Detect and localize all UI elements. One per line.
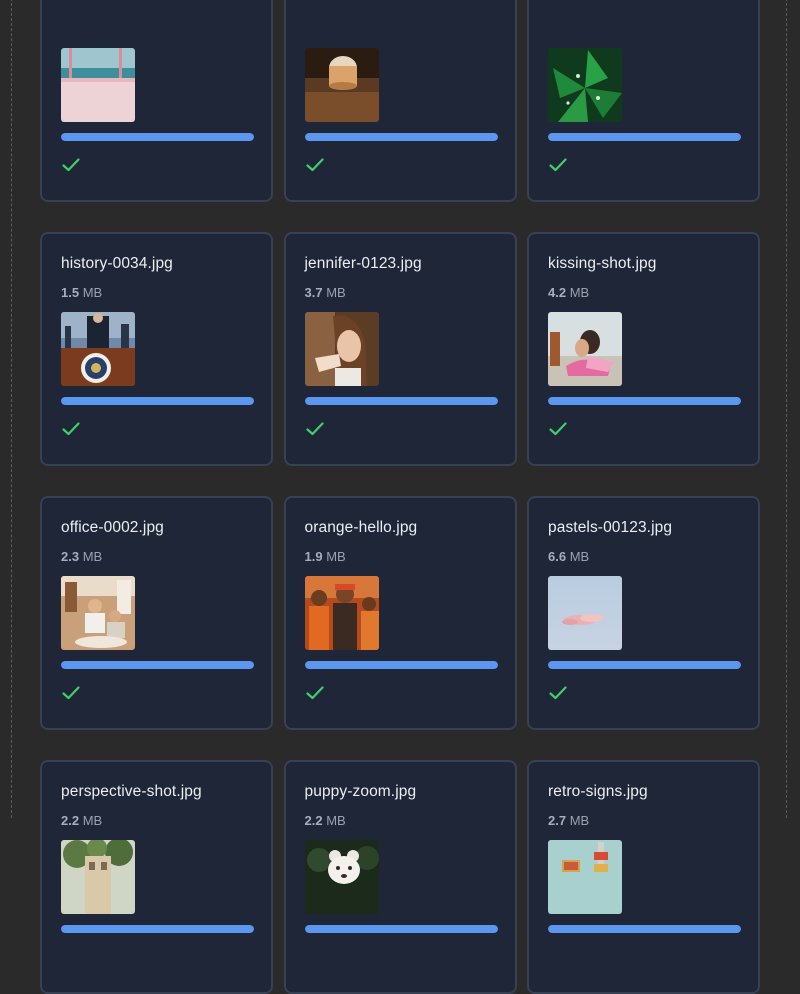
checkmark-icon [549,422,567,436]
file-size-unit: MB [326,813,346,828]
file-card[interactable]: office-0002.jpg 2.3 MB [40,496,273,730]
file-size-unit: MB [82,285,103,300]
file-card[interactable]: jennifer-0123.jpg 3.7 MB [283,232,517,466]
file-thumbnail [61,312,135,386]
checkmark-icon [549,158,567,172]
upload-progress-fill [304,661,498,669]
upload-progress-fill [61,133,254,141]
file-card[interactable]: pastels-00123.jpg 6.6 MB [527,496,760,730]
file-name: jennifer-0123.jpg [304,255,422,272]
upload-progress-bar [304,397,498,405]
file-size-unit: MB [569,813,590,828]
file-name: pastels-00123.jpg [548,519,673,536]
file-size: 2.2 MB [305,813,346,828]
file-name: kissing-shot.jpg [548,255,657,272]
file-thumbnail [548,840,622,914]
file-size: 1.9 MB [305,549,346,564]
file-size-value: 2.3 [61,549,80,564]
checkmark-icon [305,158,324,172]
checkmark-icon [305,686,324,700]
file-size-unit: MB [569,549,590,564]
file-thumbnail [304,312,379,386]
upload-progress-fill [304,133,498,141]
file-size: 6.6 MB [548,549,589,564]
checkmark-icon [305,422,324,436]
file-size-value: 1.9 [304,549,323,564]
file-card[interactable] [283,0,517,202]
file-size-value: 6.6 [548,549,567,564]
file-card[interactable]: perspective-shot.jpg 2.2 MB [40,760,273,994]
upload-progress-bar [304,133,498,141]
file-card[interactable] [527,0,760,202]
file-size-value: 2.2 [304,813,323,828]
upload-progress-bar [548,133,741,141]
file-thumbnail [304,576,379,650]
file-size: 3.7 MB [305,285,346,300]
upload-progress-fill [548,661,741,669]
file-size-unit: MB [569,285,590,300]
checkmark-icon [62,158,80,172]
file-thumbnail [61,576,135,650]
file-card[interactable]: kissing-shot.jpg 4.2 MB [527,232,760,466]
upload-progress-fill [548,925,741,933]
upload-progress-fill [61,661,254,669]
file-name: office-0002.jpg [61,519,164,536]
upload-progress-bar [304,925,498,933]
file-size-value: 4.2 [548,285,567,300]
checkmark-icon [62,422,80,436]
file-size-unit: MB [326,549,346,564]
upload-progress-bar [304,661,498,669]
file-thumbnail [548,312,622,386]
upload-progress-bar [61,661,254,669]
file-size-value: 1.5 [61,285,80,300]
file-size-value: 2.7 [548,813,567,828]
upload-progress-fill [304,397,498,405]
upload-progress-bar [61,925,254,933]
file-thumbnail [304,48,379,122]
upload-progress-bar [61,397,254,405]
upload-progress-fill [61,925,254,933]
file-size-unit: MB [326,285,346,300]
file-name: perspective-shot.jpg [61,783,202,800]
upload-progress-bar [548,661,741,669]
file-size: 1.5 MB [61,285,102,300]
file-size: 4.2 MB [548,285,589,300]
file-thumbnail [61,48,135,122]
file-size-value: 3.7 [304,285,323,300]
file-card[interactable]: retro-signs.jpg 2.7 MB [527,760,760,994]
file-thumbnail [548,48,622,122]
file-name: puppy-zoom.jpg [304,783,417,800]
upload-progress-fill [61,397,254,405]
upload-progress-bar [61,133,254,141]
file-card[interactable]: orange-hello.jpg 1.9 MB [283,496,517,730]
file-size-unit: MB [82,813,103,828]
checkmark-icon [62,686,80,700]
checkmark-icon [549,686,567,700]
file-size-unit: MB [82,549,103,564]
file-thumbnail [61,840,135,914]
upload-progress-fill [548,133,741,141]
file-name: orange-hello.jpg [304,519,418,536]
file-name: history-0034.jpg [61,255,173,272]
file-card[interactable]: history-0034.jpg 1.5 MB [40,232,273,466]
upload-grid: history-0034.jpg 1.5 MB jennifer-0123.jp… [40,0,760,994]
file-size-value: 2.2 [61,813,80,828]
file-thumbnail [304,840,379,914]
upload-progress-fill [304,925,498,933]
upload-progress-fill [548,397,741,405]
file-size: 2.2 MB [61,813,102,828]
file-card[interactable] [40,0,273,202]
file-card[interactable]: puppy-zoom.jpg 2.2 MB [283,760,517,994]
upload-progress-bar [548,925,741,933]
file-thumbnail [548,576,622,650]
file-name: retro-signs.jpg [548,783,648,800]
file-size: 2.7 MB [548,813,589,828]
file-size: 2.3 MB [61,549,102,564]
upload-progress-bar [548,397,741,405]
